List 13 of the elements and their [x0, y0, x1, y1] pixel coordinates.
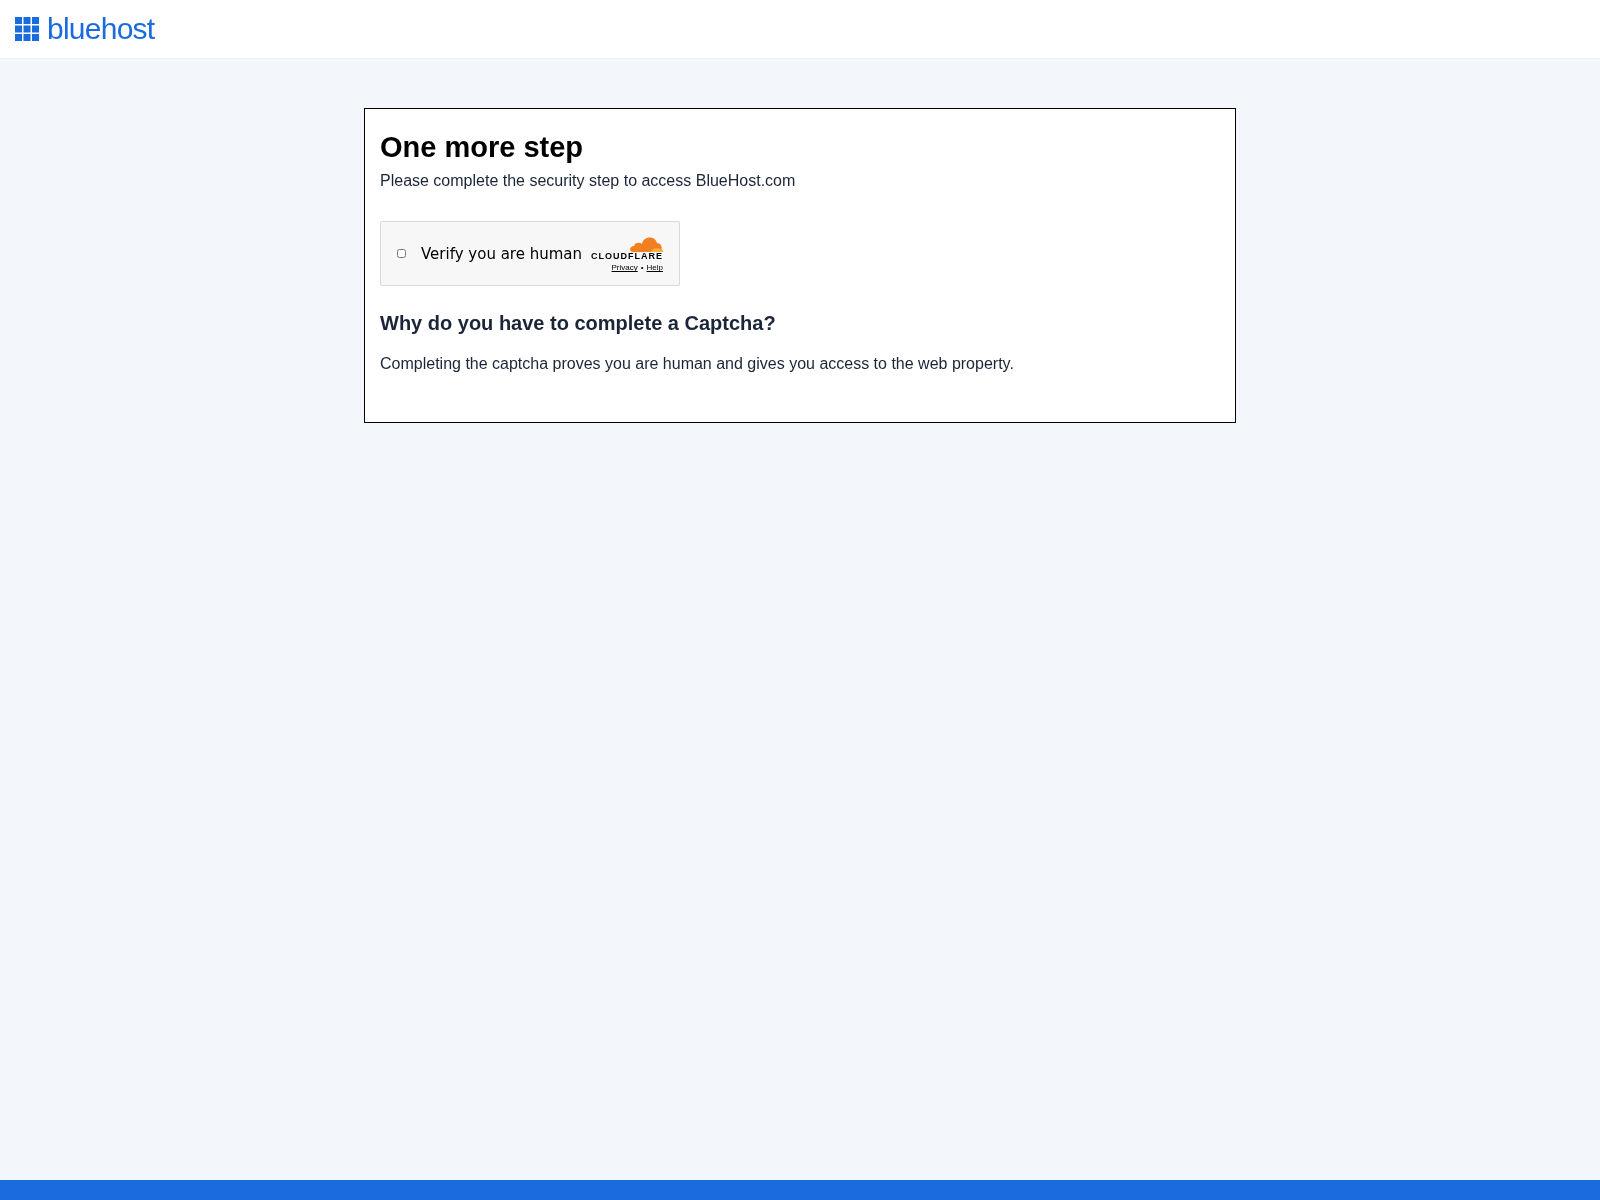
- verify-checkbox[interactable]: [397, 249, 406, 259]
- page-title: One more step: [380, 130, 584, 165]
- help-link[interactable]: Help: [646, 264, 663, 273]
- cloud-icon: [627, 235, 663, 253]
- grid-logo-icon: [15, 17, 39, 41]
- link-separator: •: [640, 264, 644, 273]
- explanation-text: Completing the captcha proves you are human and gives you access to the web property.: [380, 354, 1014, 375]
- cloudflare-wordmark: CLOUDFLARE: [591, 252, 663, 262]
- section-heading: Why do you have to complete a Captcha?: [380, 311, 776, 337]
- subtitle-text: Please complete the security step to access BlueHost.com: [380, 171, 796, 192]
- logo-text: bluehost: [47, 14, 155, 44]
- verify-label: Verify you are human: [421, 243, 582, 265]
- privacy-link[interactable]: Privacy: [611, 264, 638, 273]
